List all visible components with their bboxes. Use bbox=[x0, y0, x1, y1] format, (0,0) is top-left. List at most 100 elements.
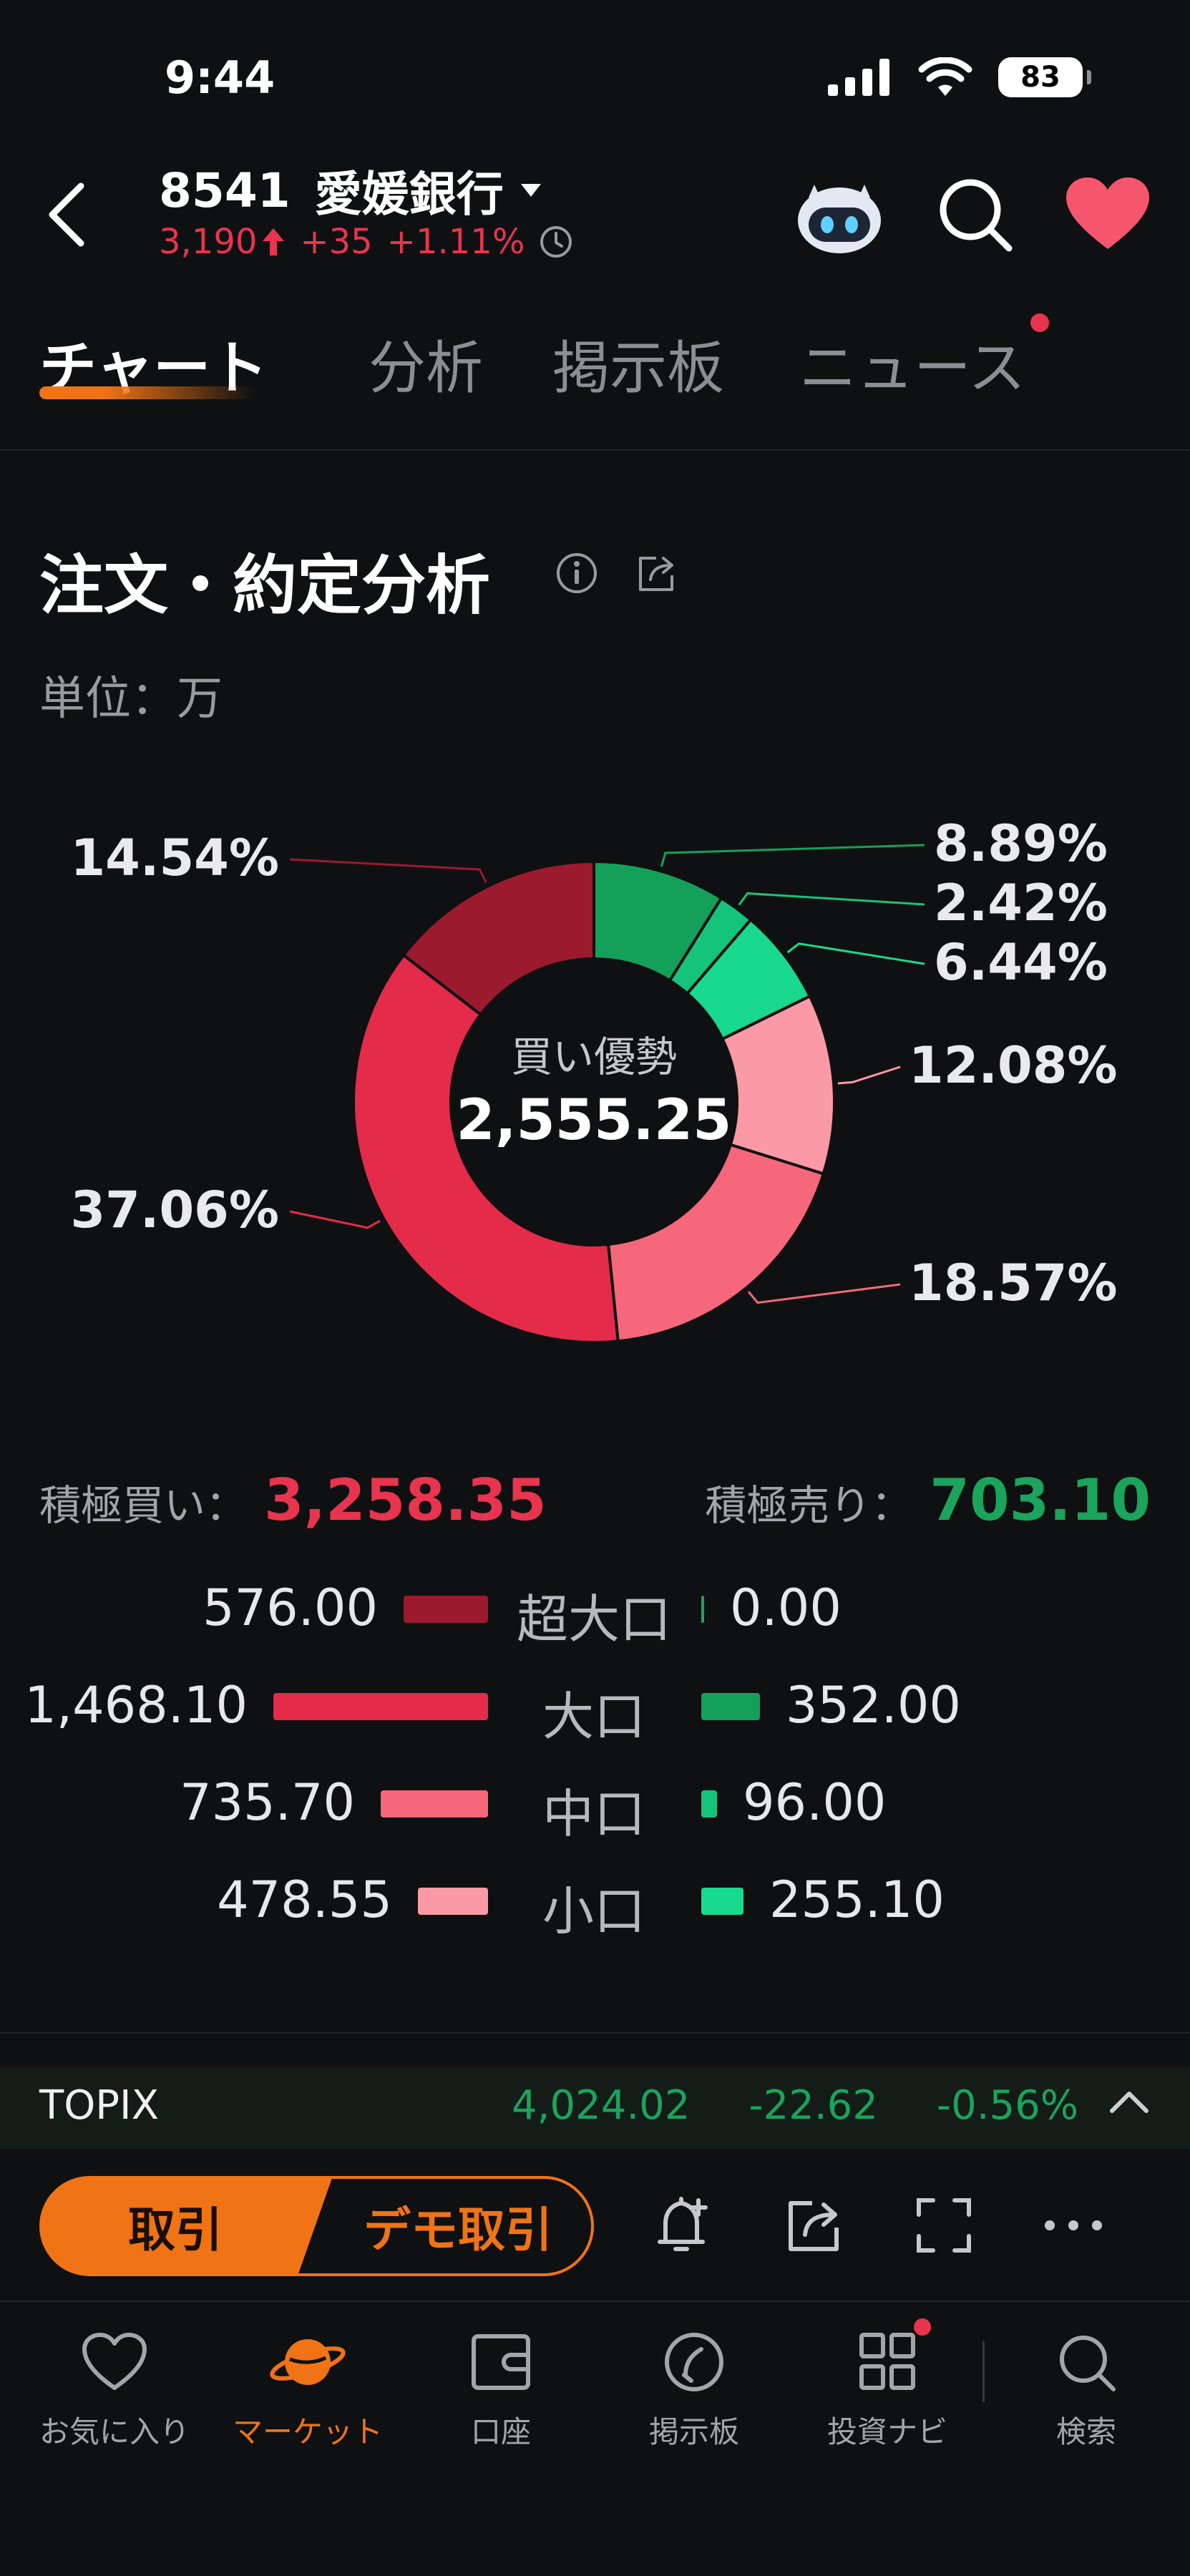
stock-code: 8541 bbox=[159, 162, 291, 218]
buy-bar bbox=[273, 1693, 488, 1720]
size-category: 中口 bbox=[542, 1784, 645, 1844]
leader-line bbox=[786, 942, 925, 965]
leader-line bbox=[289, 858, 487, 883]
price-line: 3,190 +35 +1.11% bbox=[159, 222, 573, 262]
section-title: 注文・約定分析 bbox=[39, 548, 490, 623]
index-change: -22.62 bbox=[748, 2082, 878, 2129]
chevron-down-icon bbox=[520, 184, 541, 197]
nav-label: 口座 bbox=[470, 2414, 531, 2449]
nav-favorites[interactable]: お気に入り bbox=[25, 2331, 204, 2451]
grid-icon bbox=[859, 2333, 915, 2390]
trade-button[interactable]: 取引 bbox=[39, 2176, 333, 2276]
buy-bar bbox=[418, 1888, 488, 1915]
buy-total-value: 3,258.35 bbox=[264, 1467, 547, 1533]
planet-icon bbox=[270, 2339, 346, 2385]
tab-board[interactable]: 掲示板 bbox=[552, 322, 724, 405]
leader-line bbox=[837, 1065, 901, 1085]
nav-notification-dot bbox=[914, 2318, 931, 2336]
nav-divider bbox=[982, 2341, 985, 2402]
leader-line bbox=[747, 1283, 901, 1304]
trade-summary: 積極買い： 3,258.35 積極売り： 703.10 bbox=[0, 1467, 1190, 1553]
tab-active-indicator bbox=[39, 386, 254, 399]
buy-bar bbox=[381, 1790, 488, 1818]
price-change: +35 bbox=[300, 222, 373, 262]
buy-bar bbox=[404, 1596, 488, 1623]
nav-label: 検索 bbox=[1055, 2414, 1116, 2449]
donut-slice bbox=[606, 1143, 826, 1343]
board-icon bbox=[665, 2333, 723, 2391]
status-bar: 9:44 83 bbox=[0, 0, 1190, 143]
back-arrow-icon[interactable] bbox=[39, 179, 97, 250]
sell-bar bbox=[701, 1888, 743, 1915]
chevron-up-icon[interactable] bbox=[1108, 2088, 1151, 2117]
nav-market[interactable]: マーケット bbox=[218, 2331, 397, 2451]
nav-account[interactable]: 口座 bbox=[411, 2331, 590, 2451]
share-icon[interactable] bbox=[635, 551, 679, 595]
tab-bar: チャート 分析 掲示板 ニュース bbox=[0, 301, 1190, 451]
nav-label: お気に入り bbox=[39, 2414, 190, 2449]
slice-pct-label: 2.42% bbox=[934, 874, 1108, 932]
battery-indicator: 83 bbox=[998, 57, 1091, 97]
index-name: TOPIX bbox=[39, 2082, 159, 2129]
order-donut-chart: 8.89% 2.42% 6.44% 12.08% 18.57% 37.06% 14.54% … bbox=[0, 773, 1190, 1388]
wifi-icon bbox=[918, 57, 972, 96]
tab-analysis[interactable]: 分析 bbox=[369, 322, 483, 405]
status-time: 9:44 bbox=[165, 52, 275, 104]
nav-invest-navi[interactable]: 投資ナビ bbox=[798, 2331, 977, 2451]
size-category: 小口 bbox=[542, 1881, 645, 1941]
heart-icon bbox=[82, 2333, 147, 2390]
alert-bell-icon[interactable] bbox=[651, 2193, 716, 2258]
sell-amount: 352.00 bbox=[786, 1676, 961, 1735]
slice-pct-label: 8.89% bbox=[934, 814, 1108, 873]
center-value: 2,555.25 bbox=[457, 1088, 732, 1153]
sell-bar bbox=[701, 1790, 717, 1818]
price-change-pct: +1.11% bbox=[386, 222, 525, 262]
stock-header: 8541 愛媛銀行 3,190 +35 +1.11% bbox=[0, 143, 1190, 286]
buy-amount: 478.55 bbox=[217, 1870, 392, 1929]
donut-svg: 8.89%2.42%6.44%12.08%18.57%37.06%14.54% … bbox=[70, 814, 1118, 1344]
leader-line bbox=[660, 844, 925, 867]
leader-line bbox=[738, 892, 925, 906]
unit-label: 単位：万 bbox=[39, 673, 223, 726]
wallet-icon bbox=[472, 2334, 530, 2390]
search-icon[interactable] bbox=[936, 175, 1015, 254]
slice-pct-label: 14.54% bbox=[70, 829, 279, 887]
sell-amount: 0.00 bbox=[730, 1579, 842, 1637]
nav-label: 投資ナビ bbox=[826, 2414, 947, 2449]
sell-total-value: 703.10 bbox=[930, 1467, 1151, 1533]
share-icon[interactable] bbox=[784, 2195, 845, 2256]
sell-bar bbox=[701, 1693, 760, 1720]
stock-selector[interactable]: 8541 愛媛銀行 bbox=[159, 156, 541, 225]
signal-icon bbox=[828, 59, 889, 96]
size-category: 超大口 bbox=[516, 1589, 671, 1649]
index-ticker[interactable]: TOPIX 4,024.02 -22.62 -0.56% bbox=[0, 2067, 1190, 2149]
fullscreen-icon[interactable] bbox=[913, 2195, 975, 2256]
stock-price: 3,190 bbox=[159, 222, 258, 262]
favorite-heart-icon[interactable] bbox=[1065, 177, 1151, 252]
more-icon[interactable] bbox=[1043, 2215, 1104, 2236]
demo-trade-button[interactable]: デモ取引 bbox=[293, 2176, 594, 2276]
index-value: 4,024.02 bbox=[512, 2082, 691, 2129]
search-icon bbox=[1060, 2336, 1116, 2391]
sell-bar bbox=[701, 1596, 704, 1623]
slice-pct-label: 18.57% bbox=[909, 1254, 1118, 1312]
nav-search[interactable]: 検索 bbox=[997, 2331, 1176, 2451]
center-label: 買い優勢 bbox=[511, 1033, 677, 1081]
nav-board[interactable]: 掲示板 bbox=[605, 2331, 784, 2451]
bottom-nav: お気に入り マーケット 口座 掲示板 投資ナビ 検索 bbox=[0, 2301, 1190, 2449]
nav-label: 掲示板 bbox=[648, 2414, 739, 2449]
slice-pct-label: 37.06% bbox=[70, 1181, 279, 1239]
buy-amount: 1,468.10 bbox=[24, 1676, 248, 1735]
size-category: 大口 bbox=[542, 1687, 645, 1747]
slice-pct-label: 12.08% bbox=[909, 1036, 1118, 1095]
leader-line bbox=[289, 1210, 381, 1229]
tab-news[interactable]: ニュース bbox=[799, 322, 1025, 405]
sell-amount: 255.10 bbox=[769, 1870, 945, 1929]
info-icon[interactable] bbox=[555, 551, 599, 595]
stock-name: 愛媛銀行 bbox=[314, 167, 504, 222]
buy-amount: 576.00 bbox=[203, 1579, 378, 1637]
news-unread-dot bbox=[1030, 313, 1049, 332]
clock-icon[interactable] bbox=[539, 225, 573, 259]
slice-pct-label: 6.44% bbox=[934, 933, 1108, 992]
robot-assistant-icon[interactable] bbox=[793, 172, 886, 258]
